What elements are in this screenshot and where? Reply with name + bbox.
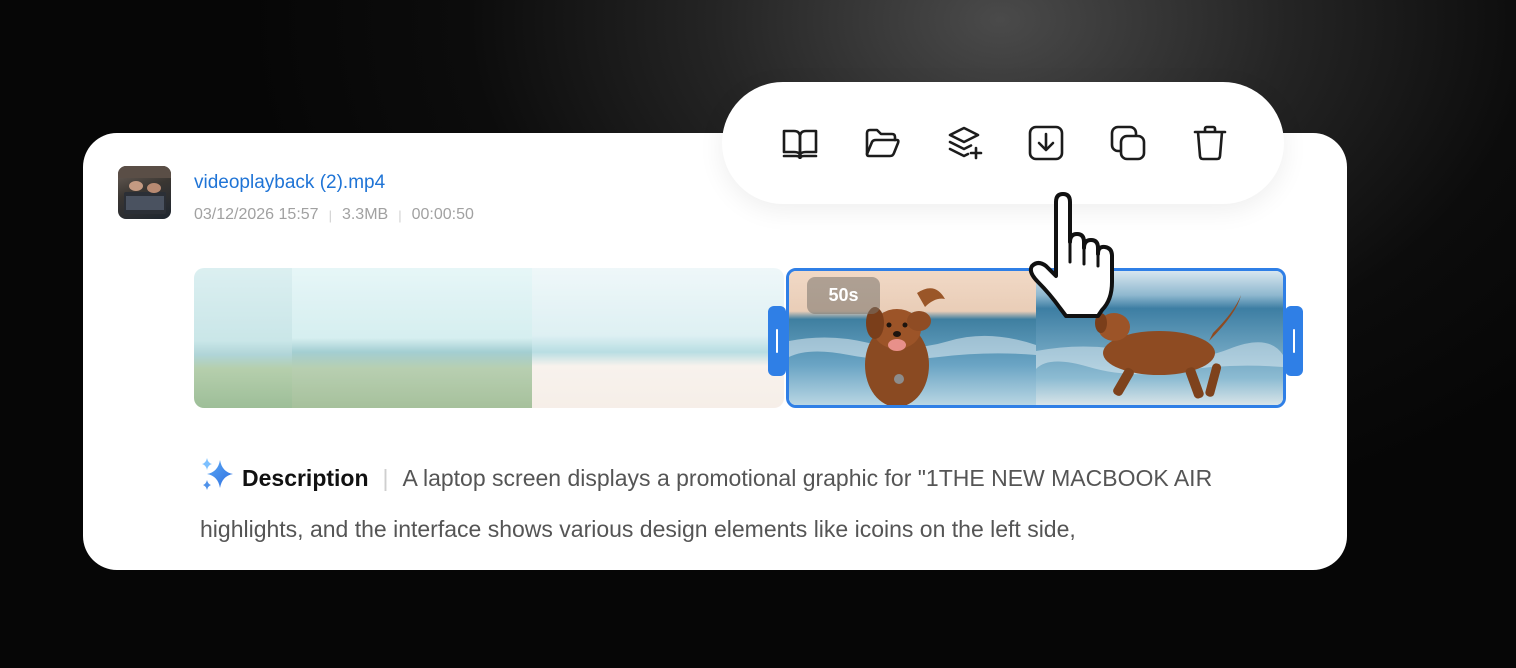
file-date: 03/12/2026 15:57 bbox=[194, 206, 319, 223]
folder-open-button[interactable] bbox=[860, 121, 904, 165]
file-size: 3.3MB bbox=[341, 206, 389, 223]
layers-add-icon bbox=[948, 126, 983, 160]
book-open-icon bbox=[782, 129, 818, 160]
timeline-frame bbox=[292, 268, 532, 408]
file-name-link[interactable]: videoplayback (2).mp4 bbox=[194, 172, 385, 194]
trash-icon bbox=[1193, 125, 1227, 161]
add-layer-button[interactable] bbox=[942, 121, 986, 165]
timeline-frame bbox=[532, 268, 784, 408]
folder-open-icon bbox=[865, 128, 900, 158]
download-icon bbox=[1028, 125, 1064, 161]
video-thumbnail[interactable] bbox=[118, 166, 171, 219]
hand-pointer-cursor-icon bbox=[1028, 192, 1114, 318]
description-label: Description bbox=[242, 465, 369, 491]
description-row: Description | A laptop screen displays a p… bbox=[200, 456, 1300, 552]
sparkles-icon bbox=[200, 456, 236, 507]
timeline-end-handle[interactable] bbox=[1285, 306, 1303, 376]
meta-divider: | bbox=[328, 207, 332, 223]
download-button[interactable] bbox=[1024, 121, 1068, 165]
timeline-frame bbox=[194, 268, 292, 408]
selection-duration-badge: 50s bbox=[807, 277, 880, 314]
delete-button[interactable] bbox=[1188, 121, 1232, 165]
copy-icon bbox=[1110, 125, 1146, 161]
action-toolbar bbox=[722, 82, 1284, 204]
timeline-start-handle[interactable] bbox=[768, 306, 786, 376]
meta-divider: | bbox=[398, 207, 402, 223]
file-duration: 00:00:50 bbox=[411, 206, 474, 223]
copy-button[interactable] bbox=[1106, 121, 1150, 165]
book-open-button[interactable] bbox=[778, 121, 822, 165]
file-meta: 03/12/2026 15:57 | 3.3MB | 00:00:50 bbox=[194, 206, 474, 224]
description-divider: | bbox=[382, 465, 389, 491]
timeline-unselected-frames[interactable] bbox=[194, 268, 784, 408]
